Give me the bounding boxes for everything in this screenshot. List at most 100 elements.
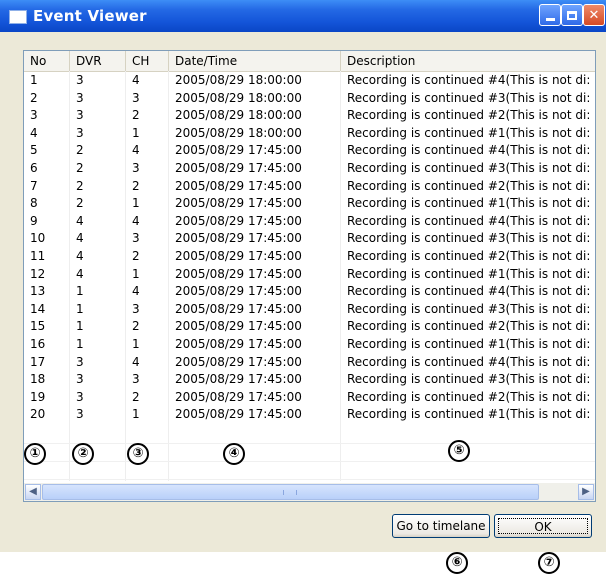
cell-datetime: 2005/08/29 18:00:00 [175, 90, 302, 105]
cell-datetime: 2005/08/29 17:45:00 [175, 213, 302, 228]
cell-ch: 4 [132, 354, 140, 369]
grid-line [69, 71, 70, 481]
table-row[interactable]: 6 2 3 2005/08/29 17:45:00 Recording is conti… [24, 160, 595, 178]
column-header-no[interactable]: No [24, 51, 70, 71]
table-row[interactable]: 10 4 3 2005/08/29 17:45:00 Recording is cont… [24, 230, 595, 248]
table-row[interactable]: 1 3 4 2005/08/29 18:00:00 Recording is conti… [24, 72, 595, 90]
table-row[interactable]: 19 3 2 2005/08/29 17:45:00 Recording is cont… [24, 389, 595, 407]
cell-ch: 4 [132, 213, 140, 228]
grid-line [24, 479, 595, 480]
cell-ch: 3 [132, 301, 140, 316]
cell-datetime: 2005/08/29 17:45:00 [175, 301, 302, 316]
cell-description: Recording is continued #2(This is not di… [347, 178, 591, 193]
table-row[interactable]: 15 1 2 2005/08/29 17:45:00 Recording is cont… [24, 318, 595, 336]
table-row[interactable]: 8 2 1 2005/08/29 17:45:00 Recording is conti… [24, 195, 595, 213]
cell-dvr: 2 [76, 178, 84, 193]
cell-datetime: 2005/08/29 17:45:00 [175, 249, 302, 263]
table-row[interactable]: 5 2 4 2005/08/29 17:45:00 Recording is conti… [24, 142, 595, 160]
cell-description: Recording is continued #4(This is not di… [347, 143, 591, 158]
table-row[interactable]: 3 3 2 2005/08/29 18:00:00 Recording is conti… [24, 107, 595, 125]
table-row[interactable]: 17 3 4 2005/08/29 17:45:00 Recording is cont… [24, 354, 595, 372]
grid-line [24, 443, 595, 444]
cell-description: Recording is continued #1(This is not di… [347, 337, 591, 351]
table-row[interactable]: 20 3 1 2005/08/29 17:45:00 Recording is cont… [24, 406, 595, 424]
horizontal-scrollbar[interactable]: ◀ ▶ [24, 483, 595, 501]
cell-datetime: 2005/08/29 17:45:00 [175, 372, 302, 387]
column-header-description[interactable]: Description [341, 51, 595, 71]
cell-ch: 2 [132, 108, 140, 123]
cell-ch: 4 [132, 73, 140, 87]
cell-no: 10 [30, 231, 46, 246]
cell-datetime: 2005/08/29 17:45:00 [175, 407, 302, 422]
cell-ch: 1 [132, 407, 140, 422]
cell-datetime: 2005/08/29 17:45:00 [175, 266, 302, 281]
cell-no: 16 [30, 337, 46, 351]
cell-ch: 1 [132, 196, 140, 211]
cell-dvr: 3 [76, 108, 84, 123]
cell-description: Recording is continued #1(This is not di… [347, 125, 591, 140]
minimize-icon [545, 18, 555, 21]
scroll-thumb[interactable] [42, 484, 539, 500]
cell-ch: 3 [132, 161, 140, 175]
cell-dvr: 4 [76, 249, 84, 263]
cell-dvr: 3 [76, 372, 84, 387]
grid-line [24, 461, 595, 462]
cell-dvr: 3 [76, 90, 84, 105]
scroll-right-button[interactable]: ▶ [578, 484, 594, 500]
cell-dvr: 1 [76, 319, 84, 334]
cell-no: 17 [30, 354, 46, 369]
callout-6: ⑥ [446, 552, 468, 574]
cell-description: Recording is continued #2(This is not di… [347, 319, 591, 334]
cell-dvr: 2 [76, 143, 84, 158]
table-row[interactable]: 18 3 3 2005/08/29 17:45:00 Recording is cont… [24, 371, 595, 389]
cell-ch: 2 [132, 178, 140, 193]
cell-no: 11 [30, 249, 46, 263]
table-row[interactable]: 9 4 4 2005/08/29 17:45:00 Recording is conti… [24, 213, 595, 231]
column-header-dvr[interactable]: DVR [70, 51, 126, 71]
cell-ch: 4 [132, 284, 140, 299]
cell-datetime: 2005/08/29 17:45:00 [175, 231, 302, 246]
cell-description: Recording is continued #3(This is not di… [347, 301, 591, 316]
table-row[interactable]: 7 2 2 2005/08/29 17:45:00 Recording is conti… [24, 178, 595, 196]
close-icon: ✕ [588, 7, 600, 23]
column-header-datetime[interactable]: Date/Time [169, 51, 341, 71]
cell-no: 18 [30, 372, 46, 387]
table-row[interactable]: 16 1 1 2005/08/29 17:45:00 Recording is cont… [24, 336, 595, 354]
cell-description: Recording is continued #2(This is not di… [347, 249, 591, 263]
close-button[interactable]: ✕ [583, 4, 605, 26]
table-row[interactable]: 13 1 4 2005/08/29 17:45:00 Recording is cont… [24, 283, 595, 301]
table-row[interactable]: 12 4 1 2005/08/29 17:45:00 Recording is cont… [24, 266, 595, 284]
maximize-button[interactable] [561, 4, 583, 26]
minimize-button[interactable] [539, 4, 561, 26]
event-list[interactable]: No DVR CH Date/Time Description 1 3 4 2005/… [23, 50, 596, 502]
cell-dvr: 4 [76, 231, 84, 246]
cell-dvr: 3 [76, 389, 84, 404]
column-header-ch[interactable]: CH [126, 51, 169, 71]
cell-description: Recording is continued #3(This is not di… [347, 372, 591, 387]
title-bar[interactable]: Event Viewer ✕ [0, 0, 606, 32]
scroll-left-button[interactable]: ◀ [25, 484, 41, 500]
go-to-timelane-button[interactable]: Go to timelane [392, 514, 490, 538]
cell-ch: 2 [132, 319, 140, 334]
cell-ch: 4 [132, 143, 140, 158]
cell-no: 12 [30, 266, 46, 281]
list-header: No DVR CH Date/Time Description [24, 51, 595, 72]
cell-no: 19 [30, 389, 46, 404]
maximize-icon [567, 10, 577, 20]
table-row[interactable]: 14 1 3 2005/08/29 17:45:00 Recording is cont… [24, 301, 595, 319]
cell-ch: 2 [132, 389, 140, 404]
cell-datetime: 2005/08/29 17:45:00 [175, 354, 302, 369]
table-row[interactable]: 11 4 2 2005/08/29 17:45:00 Recording is cont… [24, 248, 595, 266]
table-row[interactable]: 2 3 3 2005/08/29 18:00:00 Recording is conti… [24, 90, 595, 108]
cell-ch: 1 [132, 337, 140, 351]
cell-datetime: 2005/08/29 17:45:00 [175, 389, 302, 404]
cell-datetime: 2005/08/29 18:00:00 [175, 125, 302, 140]
table-row[interactable]: 4 3 1 2005/08/29 18:00:00 Recording is conti… [24, 125, 595, 143]
cell-description: Recording is continued #4(This is not di… [347, 213, 591, 228]
cell-ch: 3 [132, 90, 140, 105]
cell-ch: 3 [132, 231, 140, 246]
callout-2: ② [72, 443, 94, 465]
cell-datetime: 2005/08/29 17:45:00 [175, 319, 302, 334]
cell-ch: 3 [132, 372, 140, 387]
ok-button[interactable]: OK [494, 514, 592, 538]
